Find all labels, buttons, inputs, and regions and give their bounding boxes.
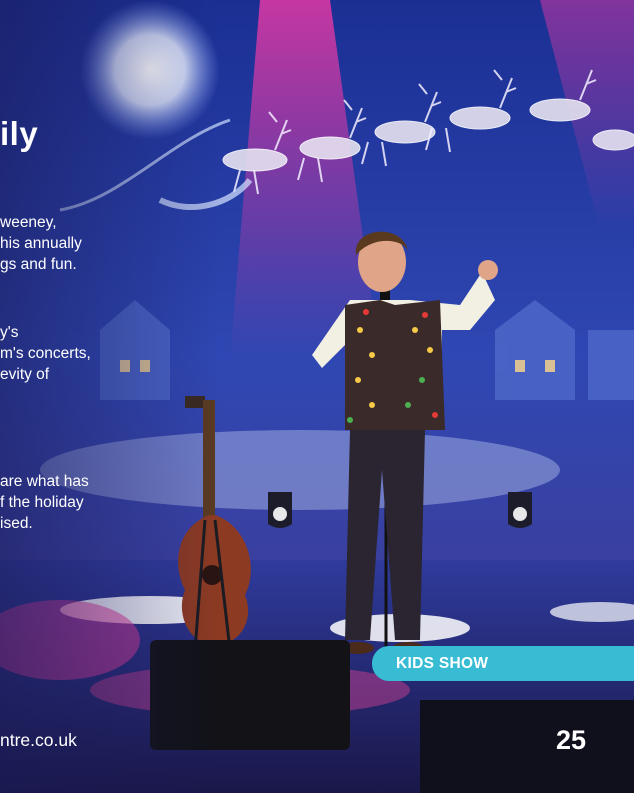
footer-website-url[interactable]: ntre.co.uk — [0, 730, 77, 751]
magazine-page: ily weeney, his annually gs and fun. y's… — [0, 0, 634, 793]
paragraph-line: m's concerts, — [0, 345, 91, 362]
paragraph-line: ised. — [0, 515, 33, 532]
article-paragraph-2: y's m's concerts, evity of — [0, 322, 91, 385]
paragraph-line: gs and fun. — [0, 256, 77, 273]
page-number: 25 — [556, 725, 587, 755]
paragraph-line: f the holiday — [0, 494, 84, 511]
paragraph-line: evity of — [0, 366, 50, 383]
paragraph-line: y's — [0, 324, 19, 341]
kids-show-badge: KIDS SHOW — [372, 646, 634, 681]
paragraph-line: are what has — [0, 473, 89, 490]
article-paragraph-3: are what has f the holiday ised. — [0, 471, 89, 534]
paragraph-line: his annually — [0, 235, 82, 252]
article-paragraph-1: weeney, his annually gs and fun. — [0, 212, 82, 275]
paragraph-line: weeney, — [0, 214, 57, 231]
article-heading: ily — [0, 115, 39, 152]
